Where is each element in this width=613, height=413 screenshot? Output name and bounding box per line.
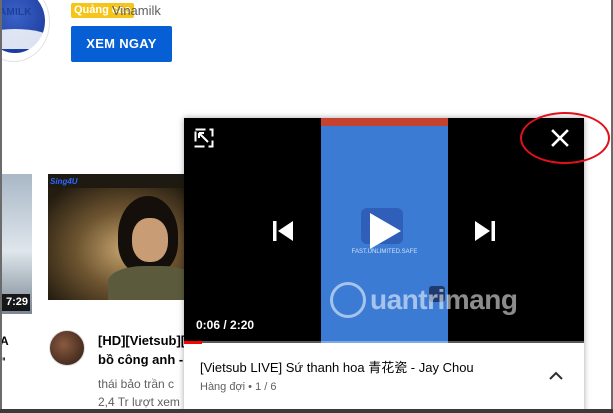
logo-text: AMILK [0, 7, 32, 18]
ad-brand-name[interactable]: Vinamilk [112, 3, 161, 18]
video-thumbnail-left[interactable] [0, 174, 32, 314]
ad-cta-button[interactable]: XEM NGAY [71, 26, 172, 62]
skip-previous-icon[interactable] [270, 218, 296, 244]
highlight-ellipse [520, 112, 610, 164]
view-count: 2,4 Tr lượt xem [98, 395, 180, 409]
channel-name[interactable]: thái bảo trần c [98, 377, 174, 391]
video-duration: 7:29 [0, 294, 30, 311]
window-edge-left [0, 0, 2, 413]
window-edge-bottom [0, 409, 613, 413]
thumbnail-figure-face [132, 218, 168, 262]
progress-fill [184, 341, 202, 344]
vinamilk-logo[interactable]: AMILK [0, 0, 50, 62]
phone-widget [429, 286, 445, 302]
thumbnail-tag: Sing4U [50, 177, 78, 186]
progress-track[interactable] [184, 341, 584, 344]
expand-icon[interactable] [194, 128, 214, 148]
video-title-line1[interactable]: [HD][Vietsub][ [98, 333, 185, 348]
miniplayer-video[interactable]: FAST.UNLIMITED.SAFE 0:06 / 2:20 [184, 118, 584, 343]
playback-time: 0:06 / 2:20 [196, 318, 255, 332]
play-icon[interactable] [367, 211, 403, 251]
phone-status-bar [321, 118, 448, 126]
miniplayer-title[interactable]: [Vietsub LIVE] Sứ thanh hoa 青花瓷 - Jay Ch… [200, 357, 474, 376]
skip-next-icon[interactable] [472, 218, 498, 244]
miniplayer: FAST.UNLIMITED.SAFE 0:06 / 2:20 [Vietsub… [184, 118, 584, 413]
video-title-line2[interactable]: bồ công anh - [98, 352, 183, 367]
channel-avatar[interactable] [49, 330, 85, 366]
page: AMILK Quảng cáo Vinamilk XEM NGAY 7:29 A… [0, 0, 613, 413]
thumbnail-figure-shoulder [108, 266, 188, 300]
logo-wave [0, 29, 49, 49]
chevron-up-icon[interactable] [548, 368, 564, 384]
video-thumbnail-main[interactable]: Sing4U [48, 174, 188, 300]
queue-info: Hàng đợi • 1 / 6 [200, 381, 277, 393]
